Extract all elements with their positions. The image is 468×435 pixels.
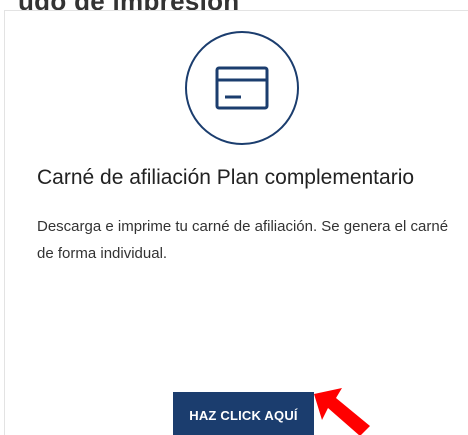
card-description: Descarga e imprime tu carné de afiliació… [37, 218, 449, 262]
card-title: Carné de afiliación Plan complementario [37, 166, 415, 189]
red-pointer-arrow-icon [314, 388, 370, 435]
click-here-button[interactable]: HAZ CLICK AQUÍ [173, 392, 314, 435]
card-icon-circle [185, 31, 299, 145]
credit-card-icon [215, 66, 269, 110]
affiliation-card: Carné de afiliación Plan complementario … [4, 10, 468, 435]
